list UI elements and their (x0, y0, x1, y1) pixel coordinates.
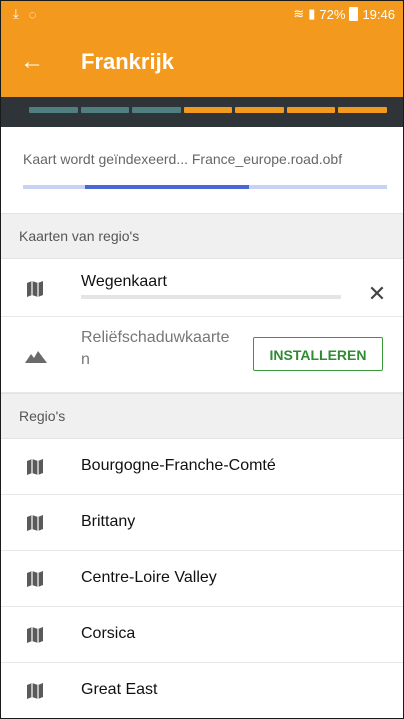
list-item-region[interactable]: Bourgogne-Franche-Comté (1, 439, 403, 495)
download-segment-active (338, 107, 388, 113)
item-download-progress (81, 295, 341, 299)
map-icon (25, 457, 45, 477)
cast-icon: ◌ (28, 6, 37, 22)
map-icon (25, 625, 45, 645)
section-header-regions: Regio's (1, 393, 403, 439)
list-item-region[interactable]: Great East (1, 663, 403, 718)
download-segments (29, 107, 388, 113)
indexing-status-text: Kaart wordt geïndexeerd... France_europe… (23, 151, 343, 167)
section-title-maps: Kaarten van regio's (19, 228, 140, 244)
indexing-progress-fill (84, 185, 249, 189)
cancel-download-button[interactable]: ✕ (367, 281, 387, 307)
list-item-label: Bourgogne-Franche-Comté (81, 457, 276, 474)
clock: 19:46 (362, 6, 395, 22)
signal-icon: ▮ (308, 6, 316, 21)
list-item-label: Corsica (81, 625, 136, 642)
app-screen: ⤓ ◌ ≋ ▮ 72% 19:46 ← Frankrijk Kaart word… (0, 0, 404, 719)
install-button[interactable]: INSTALLEREN (253, 337, 383, 371)
list-item-label-line1: Reliëfschaduwkaarte (81, 329, 230, 346)
close-icon: ✕ (367, 281, 387, 306)
download-segment-done (132, 107, 181, 113)
map-icon (25, 279, 45, 299)
battery-icon (349, 7, 359, 21)
list-item-region[interactable]: Brittany (1, 495, 403, 551)
section-title-regions: Regio's (19, 408, 66, 424)
wifi-icon: ≋ (293, 6, 305, 21)
status-bar: ⤓ ◌ ≋ ▮ 72% 19:46 (1, 1, 403, 27)
map-icon (25, 569, 45, 589)
mountain-icon (25, 349, 47, 363)
list-item-label: Wegenkaart (81, 273, 167, 290)
section-header-maps: Kaarten van regio's (1, 213, 403, 259)
download-segment-done (80, 107, 130, 113)
list-item-region[interactable]: Centre-Loire Valley (1, 551, 403, 607)
status-left: ⤓ ◌ (13, 6, 36, 22)
list-item-label: Great East (81, 681, 158, 698)
indexing-panel: Kaart wordt geïndexeerd... France_europe… (1, 127, 403, 213)
download-segment-active (235, 107, 284, 113)
page-title: Frankrijk (81, 49, 174, 74)
list-item-label: Brittany (81, 513, 136, 530)
list-item-label: Centre-Loire Valley (81, 569, 217, 586)
list-item-label-line2: n (81, 351, 90, 368)
battery-percent: 72% (319, 6, 346, 22)
list-item-reliefschaduw[interactable]: Reliëfschaduwkaarte n INSTALLEREN (1, 317, 403, 393)
download-icon: ⤓ (13, 6, 19, 21)
map-icon (25, 681, 45, 701)
list-item-wegenkaart[interactable]: Wegenkaart ✕ (1, 259, 403, 317)
toolbar: ← Frankrijk (1, 27, 403, 97)
download-progress-strip (1, 97, 403, 127)
status-right: ≋ ▮ 72% 19:46 (293, 6, 395, 22)
map-icon (25, 513, 45, 533)
download-segment-active (183, 107, 233, 113)
download-segment-active (286, 107, 336, 113)
back-button[interactable]: ← (17, 47, 47, 77)
download-segment-done (29, 107, 78, 113)
list-item-region[interactable]: Corsica (1, 607, 403, 663)
indexing-progress-track (23, 185, 387, 189)
arrow-left-icon: ← (20, 48, 44, 75)
